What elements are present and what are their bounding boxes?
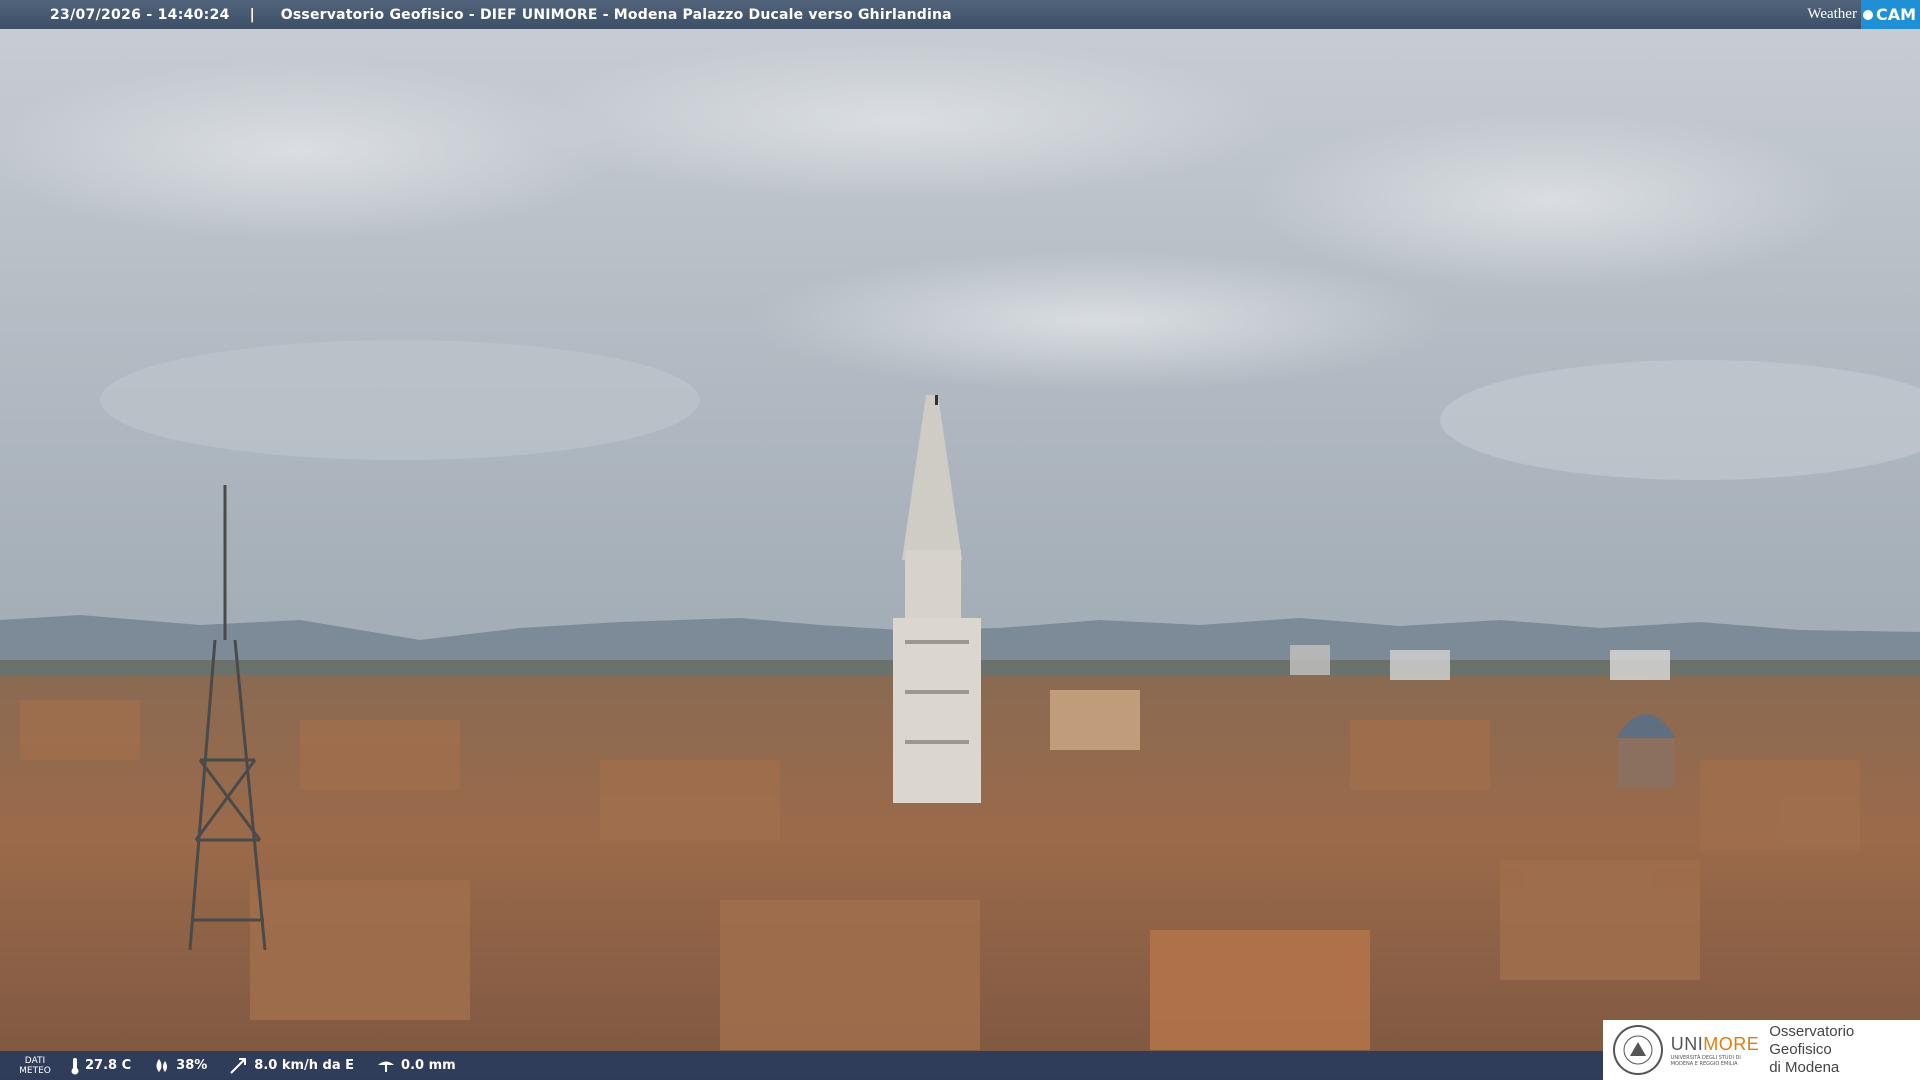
dati-label: DATI <box>24 1055 46 1066</box>
caption-bar: 23/07/2026 - 14:40:24 | Osservatorio Geo… <box>0 0 1920 29</box>
university-seal-icon <box>1613 1025 1663 1075</box>
wind-icon <box>230 1057 247 1074</box>
weather-label: Weather <box>1807 6 1857 22</box>
observatory-name: Osservatorio Geofisico di Modena <box>1769 1023 1920 1077</box>
uni-name-part2: MORE <box>1703 1033 1760 1054</box>
uni-name-block: UNIMORE UNIVERSITÀ DEGLI STUDI DI MODENA… <box>1671 1034 1760 1067</box>
humidity-reading: 38% <box>153 1058 207 1074</box>
wind-reading: 8.0 km/h da E <box>229 1057 354 1075</box>
humidity-value: 38% <box>176 1058 208 1073</box>
wind-value: 8.0 km/h da E <box>254 1058 355 1073</box>
rain-value: 0.0 mm <box>401 1058 456 1073</box>
temperature-reading: 27.8 C <box>70 1057 131 1075</box>
cam-label-box: CAM <box>1860 0 1920 29</box>
separator: | <box>249 6 255 23</box>
webcam-image <box>0 0 1920 1080</box>
camera-title: Osservatorio Geofisico - DIEF UNIMORE - … <box>280 6 952 23</box>
timestamp: 23/07/2026 - 14:40:24 <box>50 6 230 23</box>
temperature-value: 27.8 C <box>85 1058 132 1073</box>
humidity-drop-icon <box>156 1058 168 1072</box>
camera-dot-icon <box>1862 9 1873 20</box>
observatory-line1: Osservatorio Geofisico <box>1769 1023 1855 1058</box>
observatory-line2: di Modena <box>1769 1059 1840 1076</box>
rain-reading: 0.0 mm <box>376 1058 456 1074</box>
uni-subtitle-2: MODENA E REGGIO EMILIA <box>1670 1060 1738 1067</box>
dati-meteo-label: DATI METEO <box>0 1056 70 1076</box>
unimore-logo: UNIMORE UNIVERSITÀ DEGLI STUDI DI MODENA… <box>1603 1020 1920 1080</box>
uni-name: UNIMORE <box>1671 1034 1760 1055</box>
thermometer-icon <box>71 1057 79 1074</box>
cam-label: CAM <box>1875 5 1916 24</box>
meteo-label: METEO <box>19 1065 51 1076</box>
rain-gauge-icon <box>378 1061 395 1072</box>
uni-name-part1: UNI <box>1670 1033 1704 1054</box>
weathercam-logo: Weather CAM <box>1801 0 1920 29</box>
